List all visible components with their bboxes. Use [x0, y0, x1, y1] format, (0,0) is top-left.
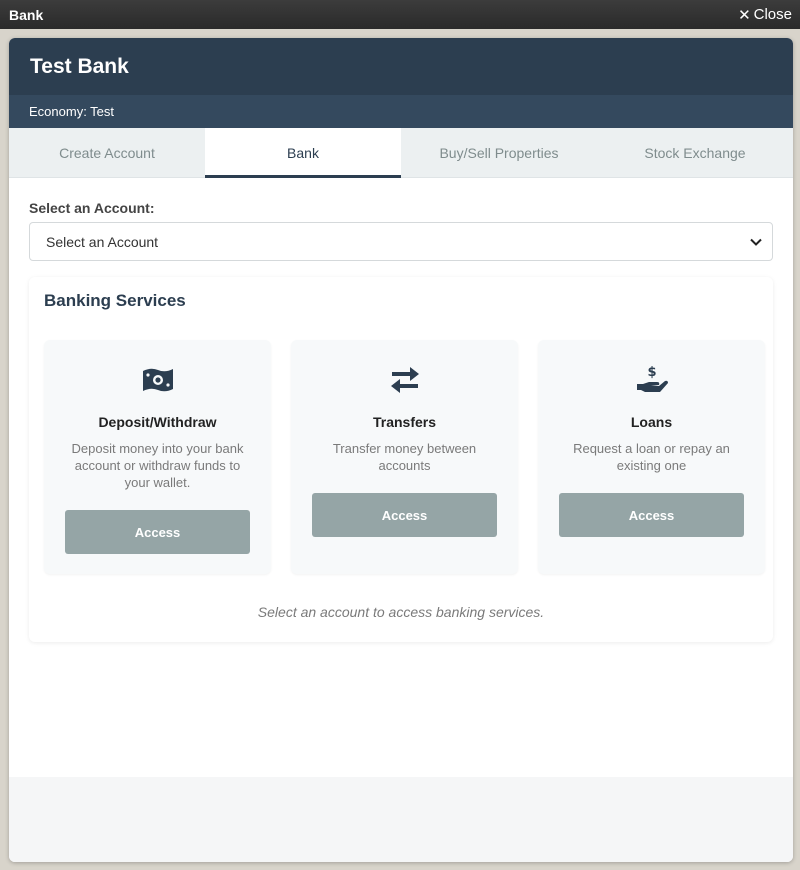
service-loans: $ Loans Request a loan or repay an exist…	[538, 340, 765, 574]
account-select-label: Select an Account:	[29, 200, 155, 216]
close-button[interactable]: ✕ Close	[738, 6, 792, 24]
tab-bar: Create Account Bank Buy/Sell Properties …	[9, 128, 793, 178]
bank-window: Test Bank Economy: Test Create Account B…	[9, 38, 793, 862]
window-titlebar: Bank ✕ Close	[0, 0, 800, 29]
tab-bank[interactable]: Bank	[205, 128, 401, 178]
service-description: Request a loan or repay an existing one	[573, 441, 730, 473]
service-title: Transfers	[372, 414, 437, 430]
tab-buy-sell-properties[interactable]: Buy/Sell Properties	[401, 128, 597, 177]
loans-access-button[interactable]: Access	[559, 493, 744, 537]
bank-tab-content: Select an Account: Select an Account Ban…	[9, 178, 793, 777]
hand-dollar-icon: $	[635, 364, 669, 401]
money-bill-icon	[141, 364, 175, 401]
banking-services-card: Banking Services Deposit/Withdraw Deposi	[29, 277, 773, 642]
banking-services-title: Banking Services	[44, 291, 186, 310]
services-list: Deposit/Withdraw Deposit money into your…	[44, 340, 765, 574]
account-select-value: Select an Account	[46, 233, 159, 250]
economy-label: Economy: Test	[9, 95, 793, 128]
close-icon: ✕	[738, 6, 751, 24]
close-label: Close	[753, 6, 792, 23]
page-title: Test Bank	[9, 38, 793, 95]
window-title: Bank	[9, 6, 44, 23]
tab-stock-exchange[interactable]: Stock Exchange	[597, 128, 793, 177]
service-title: Deposit/Withdraw	[98, 414, 217, 430]
service-title: Loans	[630, 414, 673, 430]
tab-create-account[interactable]: Create Account	[9, 128, 205, 177]
service-transfers: Transfers Transfer money between account…	[291, 340, 518, 574]
service-deposit-withdraw: Deposit/Withdraw Deposit money into your…	[44, 340, 271, 574]
account-select[interactable]: Select an Account	[29, 222, 773, 261]
window-footer	[9, 777, 793, 862]
select-account-note: Select an account to access banking serv…	[257, 604, 545, 620]
deposit-withdraw-access-button[interactable]: Access	[65, 510, 250, 554]
exchange-arrows-icon	[388, 364, 422, 401]
service-description: Deposit money into your bank account or …	[71, 441, 244, 490]
chevron-down-icon	[750, 235, 762, 249]
svg-text:$: $	[647, 365, 656, 380]
service-description: Transfer money between accounts	[332, 441, 477, 473]
transfers-access-button[interactable]: Access	[312, 493, 497, 537]
